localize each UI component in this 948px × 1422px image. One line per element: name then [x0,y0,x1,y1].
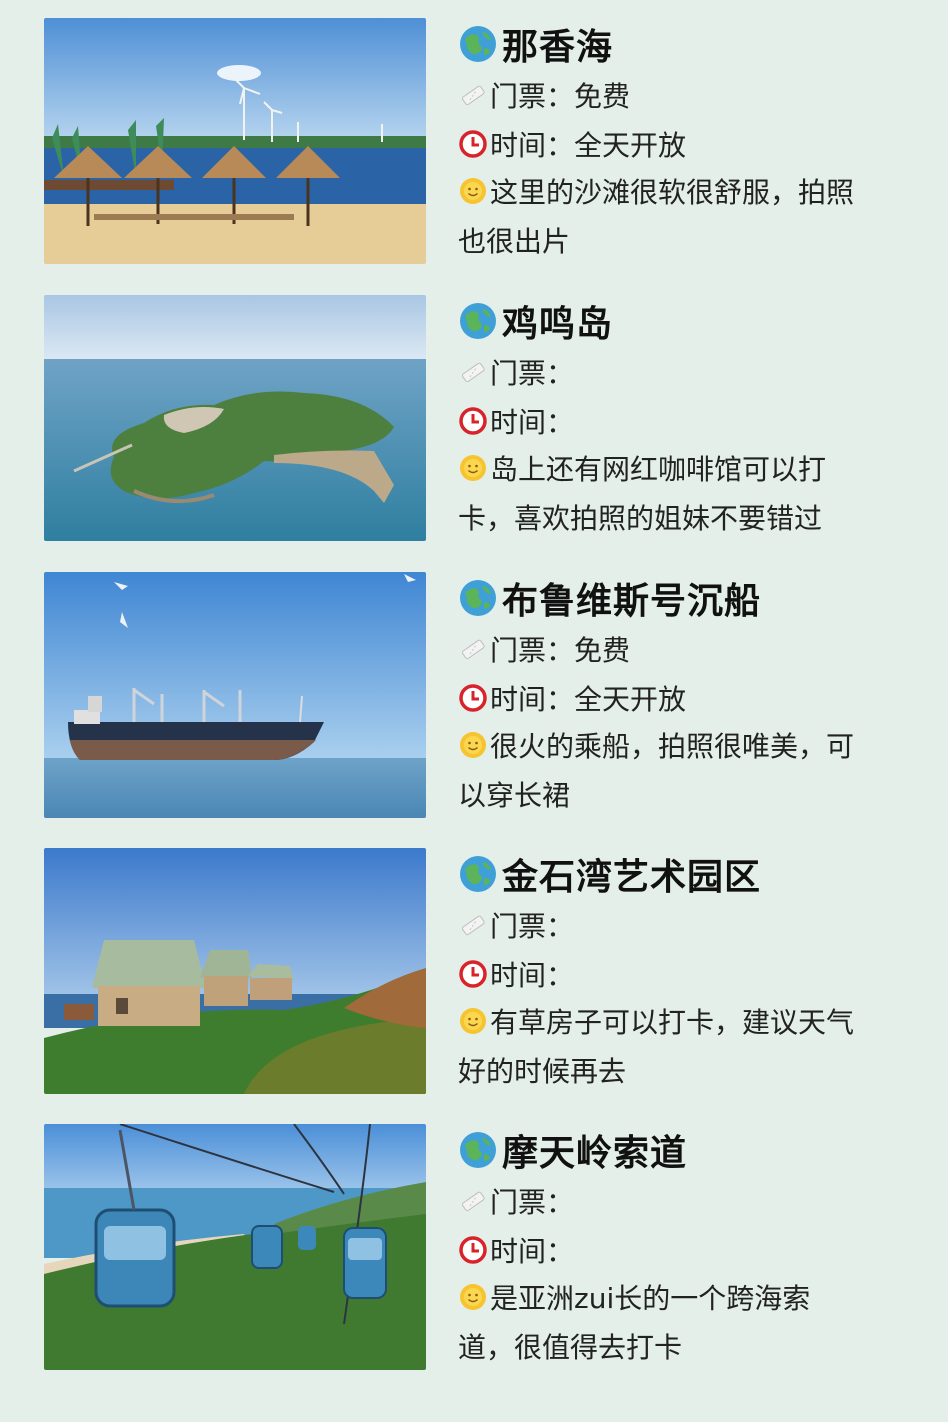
time-value: 全天开放 [574,128,687,162]
spot-title-row: 摩天岭索道 [458,1124,928,1176]
ticket-row: 门票： [458,1176,928,1225]
spot-title: 摩天岭索道 [502,1133,688,1174]
desc-line-2: 好的时候再去 [458,1055,627,1088]
time-row: 时间： [458,1225,928,1274]
clock-icon [459,959,487,988]
desc-line-2: 也很出片 [458,225,571,258]
desc-line-2: 以穿长裙 [458,779,571,812]
desc-line-1: 岛上还有网红咖啡馆可以打 [458,445,928,494]
ticket-row: 门票： 免费 [458,70,928,119]
spot-title: 布鲁维斯号沉船 [502,581,762,622]
spot-info: 布鲁维斯号沉船 门票： 免费 时间： 全天开放 很火的乘船，拍照很唯美，可 以穿长裙 [458,572,928,820]
desc-text: 岛上还有网红咖啡馆可以打 [490,453,827,486]
time-label: 时间： [490,405,575,439]
ticket-value: 免费 [574,633,631,667]
ticket-icon [461,915,485,935]
desc-line-1: 是亚洲zui长的一个跨海索 [458,1274,928,1323]
ticket-label: 门票： [490,633,575,667]
spot-title: 金石湾艺术园区 [502,857,762,898]
spot-card: 那香海 门票： 免费 时间： 全天开放 这里的沙滩很软很舒服，拍照 也很出片 [0,18,948,268]
desc-line-2: 道，很值得去打卡 [458,1331,683,1364]
desc-text: 很火的乘船，拍照很唯美，可 [490,730,855,763]
smiling-sun-icon [460,1284,486,1310]
spot-info: 金石湾艺术园区 门票： 时间： 有草房子可以打卡，建议天气 好的时候再去 [458,848,928,1096]
desc-line-2: 卡，喜欢拍照的姐妹不要错过 [458,502,823,535]
time-row: 时间： 全天开放 [458,119,928,168]
ticket-row: 门票： [458,900,928,949]
photo-cable-car [44,1124,426,1370]
smiling-sun-icon [460,732,486,758]
time-row: 时间： 全天开放 [458,673,928,722]
clock-icon [459,129,487,158]
clock-icon [459,683,487,712]
ticket-icon [461,639,485,659]
spot-title-row: 金石湾艺术园区 [458,848,928,900]
desc-text: 这里的沙滩很软很舒服，拍照 [490,176,855,209]
spot-info: 那香海 门票： 免费 时间： 全天开放 这里的沙滩很软很舒服，拍照 也很出片 [458,18,928,266]
desc-line-1: 有草房子可以打卡，建议天气 [458,998,928,1047]
spot-card: 金石湾艺术园区 门票： 时间： 有草房子可以打卡，建议天气 好的时候再去 [0,848,948,1098]
smiling-sun-icon [460,178,486,204]
photo-grass-houses [44,848,426,1094]
globe-icon [460,1132,496,1168]
globe-icon [460,856,496,892]
ticket-label: 门票： [490,79,575,113]
spot-card: 摩天岭索道 门票： 时间： 是亚洲zui长的一个跨海索 道，很值得去打卡 [0,1124,948,1374]
desc-line-1: 很火的乘船，拍照很唯美，可 [458,722,928,771]
time-label: 时间： [490,682,575,716]
desc-text: 是亚洲zui长的一个跨海索 [490,1282,811,1315]
smiling-sun-icon [460,455,486,481]
globe-icon [460,303,496,339]
spot-info: 摩天岭索道 门票： 时间： 是亚洲zui长的一个跨海索 道，很值得去打卡 [458,1124,928,1372]
time-label: 时间： [490,1234,575,1268]
spot-title: 鸡鸣岛 [502,304,614,345]
ticket-row: 门票： [458,347,928,396]
travel-guide-page: 那香海 门票： 免费 时间： 全天开放 这里的沙滩很软很舒服，拍照 也很出片 鸡… [0,0,948,1422]
photo-shipwreck [44,572,426,818]
photo-island-aerial [44,295,426,541]
spot-card: 布鲁维斯号沉船 门票： 免费 时间： 全天开放 很火的乘船，拍照很唯美，可 以穿长裙 [0,572,948,822]
time-label: 时间： [490,128,575,162]
desc-line-1: 这里的沙滩很软很舒服，拍照 [458,168,928,217]
spot-title-row: 鸡鸣岛 [458,295,928,347]
desc-text: 有草房子可以打卡，建议天气 [490,1006,855,1039]
ticket-icon [461,362,485,382]
spot-title-row: 布鲁维斯号沉船 [458,572,928,624]
spot-card: 鸡鸣岛 门票： 时间： 岛上还有网红咖啡馆可以打 卡，喜欢拍照的姐妹不要错过 [0,295,948,545]
ticket-icon [461,85,485,105]
ticket-label: 门票： [490,909,575,943]
time-row: 时间： [458,396,928,445]
ticket-label: 门票： [490,356,575,390]
globe-icon [460,580,496,616]
ticket-icon [461,1191,485,1211]
time-row: 时间： [458,949,928,998]
globe-icon [460,26,496,62]
ticket-row: 门票： 免费 [458,624,928,673]
clock-icon [459,1235,487,1264]
ticket-label: 门票： [490,1185,575,1219]
spot-title-row: 那香海 [458,18,928,70]
time-label: 时间： [490,958,575,992]
spot-title: 那香海 [502,27,614,68]
smiling-sun-icon [460,1008,486,1034]
spot-info: 鸡鸣岛 门票： 时间： 岛上还有网红咖啡馆可以打 卡，喜欢拍照的姐妹不要错过 [458,295,928,543]
ticket-value: 免费 [574,79,631,113]
time-value: 全天开放 [574,682,687,716]
photo-beach-umbrellas [44,18,426,264]
clock-icon [459,406,487,435]
